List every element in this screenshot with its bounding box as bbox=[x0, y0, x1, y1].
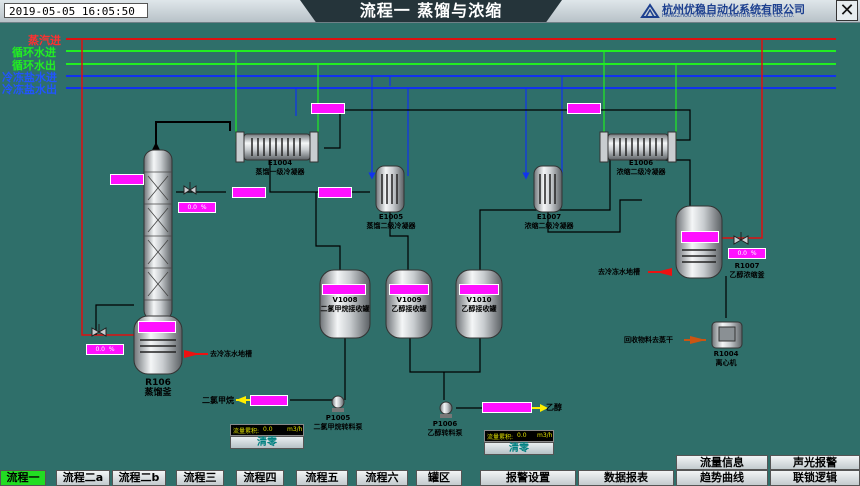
flow-info-button[interactable]: 流量信息 bbox=[676, 455, 768, 470]
p1006-label: P1006 乙醇转料泵 bbox=[427, 420, 463, 437]
brine-out-label: 冷冻盐水出 bbox=[2, 83, 57, 96]
tab-process-2b[interactable]: 流程二b bbox=[112, 470, 166, 486]
p1005-label: P1005 二氯甲烷转料泵 bbox=[313, 414, 363, 431]
valve-bottom-value[interactable]: 0.0 % bbox=[86, 344, 124, 355]
tab-tank-area[interactable]: 罐区 bbox=[416, 470, 462, 486]
v1009-label: V1009 乙醇接收罐 bbox=[391, 296, 427, 313]
ethanol-label: 乙醇 bbox=[546, 403, 562, 412]
flowmeter-left-clear-button[interactable]: 清零 bbox=[230, 436, 304, 449]
r1004-centrifuge bbox=[711, 321, 743, 349]
r1007-label: R1007 乙醇浓缩釜 bbox=[729, 262, 765, 279]
data-report-button[interactable]: 数据报表 bbox=[578, 470, 674, 486]
tab-process-2a[interactable]: 流程二a bbox=[56, 470, 110, 486]
e1006-exchanger bbox=[599, 131, 677, 163]
valve-right-icon bbox=[733, 232, 749, 245]
flowmeter-right-clear-button[interactable]: 清零 bbox=[484, 442, 554, 455]
tab-process-4[interactable]: 流程四 bbox=[236, 470, 284, 486]
tab-process-5[interactable]: 流程五 bbox=[296, 470, 348, 486]
e1005-condenser bbox=[375, 165, 405, 213]
process-diagram bbox=[66, 38, 836, 418]
tag-v1010[interactable] bbox=[459, 284, 499, 295]
p1005-pump bbox=[331, 395, 345, 412]
tag-e1004-outlet[interactable] bbox=[311, 103, 345, 114]
to-chilled-right-label: 去冷冻水地槽 bbox=[598, 268, 640, 276]
tag-ethanol-flow[interactable] bbox=[482, 402, 532, 413]
tag-dcm-flow[interactable] bbox=[250, 395, 288, 406]
e1007-label: E1007 浓缩二级冷凝器 bbox=[524, 213, 574, 230]
v1010-label: V1010 乙醇接收罐 bbox=[461, 296, 497, 313]
e1007-condenser bbox=[533, 165, 563, 213]
alarm-settings-button[interactable]: 报警设置 bbox=[480, 470, 576, 486]
e1004-label: E1004 蒸馏一级冷凝器 bbox=[255, 159, 305, 176]
tag-reflux[interactable] bbox=[232, 187, 266, 198]
valve-right-value[interactable]: 0.0 % bbox=[728, 248, 766, 259]
to-chilled-left-label: 去冷冻水地槽 bbox=[210, 350, 252, 358]
e1006-label: E1006 浓缩二级冷凝器 bbox=[616, 159, 666, 176]
flowmeter-right: 流量累积: 0.0 m3/h bbox=[484, 430, 554, 442]
flowmeter-left: 流量累积: 0.0 m3/h bbox=[230, 424, 304, 436]
tag-e1005-inlet[interactable] bbox=[318, 187, 352, 198]
distillation-column bbox=[143, 149, 173, 321]
tag-r1007[interactable] bbox=[681, 231, 719, 243]
tag-column-top[interactable] bbox=[110, 174, 144, 185]
recovered-material-label: 回收物料去蒸干 bbox=[624, 336, 673, 344]
r106-label: R106 蒸馏釜 bbox=[144, 378, 172, 398]
v1008-label: V1008 二氯甲烷接收罐 bbox=[320, 296, 370, 313]
tab-process-3[interactable]: 流程三 bbox=[176, 470, 224, 486]
sound-light-alarm-button[interactable]: 声光报警 bbox=[770, 455, 860, 470]
e1004-exchanger bbox=[235, 131, 319, 163]
valve-bottom-icon bbox=[91, 324, 107, 337]
tab-process-6[interactable]: 流程六 bbox=[356, 470, 408, 486]
tag-r106[interactable] bbox=[138, 321, 176, 333]
tag-v1009[interactable] bbox=[389, 284, 429, 295]
dichloromethane-label: 二氯甲烷 bbox=[202, 396, 234, 405]
valve-top-value[interactable]: 0.0 % bbox=[178, 202, 216, 213]
tab-process-1[interactable]: 流程一 bbox=[0, 470, 46, 486]
trend-curve-button[interactable]: 趋势曲线 bbox=[676, 470, 768, 486]
tag-v1008[interactable] bbox=[322, 284, 366, 295]
e1005-label: E1005 蒸馏二级冷凝器 bbox=[366, 213, 416, 230]
r1004-label: R1004 离心机 bbox=[713, 350, 739, 367]
tag-e1006-outlet[interactable] bbox=[567, 103, 601, 114]
interlock-logic-button[interactable]: 联锁逻辑 bbox=[770, 470, 860, 486]
p1006-pump bbox=[439, 401, 453, 418]
